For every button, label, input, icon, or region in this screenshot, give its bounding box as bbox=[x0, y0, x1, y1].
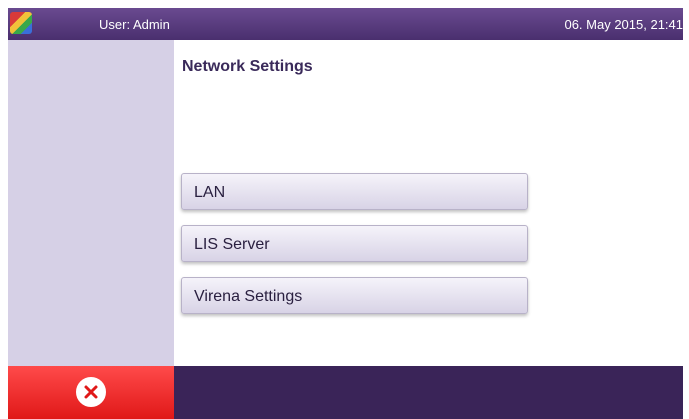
bottom-bar bbox=[8, 366, 683, 419]
virena-settings-button-label: Virena Settings bbox=[194, 288, 303, 305]
lis-server-button-label: LIS Server bbox=[194, 236, 270, 253]
app-logo-icon bbox=[10, 12, 32, 34]
top-bar: User: Admin 06. May 2015, 21:41 bbox=[8, 8, 683, 40]
screen: User: Admin 06. May 2015, 21:41 Network … bbox=[0, 0, 689, 419]
lan-button[interactable]: LAN bbox=[181, 173, 528, 210]
lis-server-button[interactable]: LIS Server bbox=[181, 225, 528, 262]
close-button[interactable] bbox=[8, 366, 174, 419]
sidebar bbox=[8, 40, 174, 366]
datetime: 06. May 2015, 21:41 bbox=[564, 17, 683, 32]
user-label: User: Admin bbox=[99, 17, 170, 32]
main-content: Network Settings LAN LIS Server Virena S… bbox=[174, 40, 683, 366]
lan-button-label: LAN bbox=[194, 184, 226, 201]
page-title: Network Settings bbox=[182, 58, 313, 75]
close-icon bbox=[76, 377, 106, 407]
virena-settings-button[interactable]: Virena Settings bbox=[181, 277, 528, 314]
